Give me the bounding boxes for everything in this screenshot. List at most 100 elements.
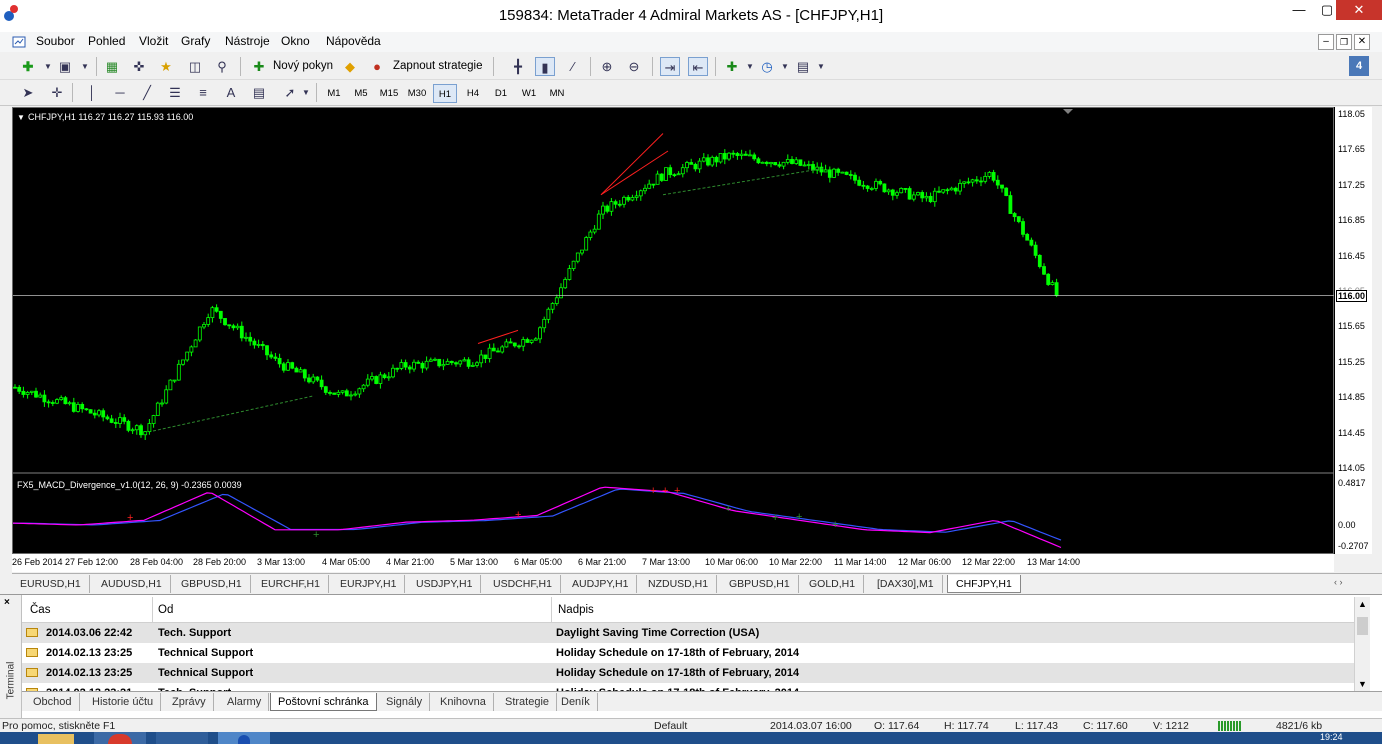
scroll-up-icon[interactable]: ▲ bbox=[1358, 599, 1367, 609]
chrome-taskbar-icon[interactable] bbox=[94, 732, 146, 744]
chart-tab[interactable]: USDJPY,H1 bbox=[408, 575, 482, 593]
app-taskbar-icon[interactable] bbox=[156, 732, 208, 744]
chart-area[interactable]: + + + + + + + + + + ▼ CHFJPY,H1 116.27 116.27 115… bbox=[12, 107, 1335, 554]
menu-view[interactable]: Pohled bbox=[88, 34, 125, 48]
menu-insert[interactable]: Vložit bbox=[139, 34, 168, 48]
dropdown-arrow-icon[interactable]: ▼ bbox=[296, 83, 316, 102]
chart-tab[interactable]: EURJPY,H1 bbox=[332, 575, 406, 593]
menu-charts[interactable]: Grafy bbox=[181, 34, 210, 48]
dropdown-arrow-icon[interactable]: ▼ bbox=[775, 57, 795, 76]
scroll-down-icon[interactable]: ▼ bbox=[1358, 679, 1367, 689]
terminal-tab[interactable]: Signály bbox=[379, 693, 431, 711]
candlestick-chart-icon[interactable]: ▮ bbox=[535, 57, 555, 76]
trendline-icon[interactable]: ╱ bbox=[137, 83, 157, 102]
column-from[interactable]: Od bbox=[158, 604, 173, 616]
chart-shift-icon[interactable]: ⇤ bbox=[688, 57, 708, 76]
candle-body bbox=[521, 339, 526, 347]
new-chart-icon[interactable]: ✚ bbox=[18, 57, 38, 76]
cursor-icon[interactable]: ➤ bbox=[18, 83, 38, 102]
crosshair-icon[interactable]: ✛ bbox=[47, 83, 67, 102]
close-button[interactable]: ✕ bbox=[1336, 0, 1382, 20]
terminal-tab[interactable]: Deník bbox=[554, 693, 598, 711]
minimize-button[interactable]: — bbox=[1286, 0, 1312, 20]
chart-tab[interactable]: AUDJPY,H1 bbox=[564, 575, 638, 593]
chart-tab[interactable]: GOLD,H1 bbox=[801, 575, 865, 593]
metatrader-taskbar-icon[interactable] bbox=[218, 732, 270, 744]
mail-row[interactable]: 2014.02.13 23:25 Technical Support Holiday… bbox=[22, 663, 1354, 683]
explorer-taskbar-icon[interactable] bbox=[38, 734, 74, 744]
terminal-tab[interactable]: Historie účtu bbox=[85, 693, 162, 711]
fibonacci-icon[interactable]: ≡ bbox=[193, 83, 213, 102]
zoom-out-icon[interactable]: ⊖ bbox=[624, 57, 644, 76]
autotrading-button[interactable]: Zapnout strategie bbox=[393, 60, 483, 72]
timeframe-m1[interactable]: M1 bbox=[322, 84, 346, 103]
line-chart-icon[interactable]: ∕ bbox=[563, 57, 583, 76]
mail-row[interactable]: 2014.02.13 23:21 Tech. Support Holiday Sch… bbox=[22, 683, 1354, 691]
bar-chart-icon[interactable]: ╋ bbox=[508, 57, 528, 76]
child-close-button[interactable]: ✕ bbox=[1354, 34, 1370, 50]
chart-tab[interactable]: [DAX30],M1 bbox=[869, 575, 943, 593]
scroll-thumb[interactable] bbox=[1357, 617, 1368, 635]
timeframe-m5[interactable]: M5 bbox=[349, 84, 373, 103]
menu-help[interactable]: Nápověda bbox=[326, 34, 381, 48]
navigator-icon[interactable]: ★ bbox=[156, 57, 176, 76]
market-watch-icon[interactable]: ▦ bbox=[102, 57, 122, 76]
text-tool-icon[interactable]: A bbox=[221, 83, 241, 102]
chart-tab[interactable]: GBPUSD,H1 bbox=[721, 575, 799, 593]
terminal-tab[interactable]: Poštovní schránka bbox=[270, 693, 377, 711]
chart-tab[interactable]: AUDUSD,H1 bbox=[93, 575, 171, 593]
timeframe-h1[interactable]: H1 bbox=[433, 84, 457, 103]
notifications-badge-icon[interactable]: 4 bbox=[1349, 56, 1369, 76]
terminal-tab[interactable]: Obchod bbox=[26, 693, 80, 711]
terminal-tab[interactable]: Alarmy bbox=[220, 693, 270, 711]
new-order-icon[interactable]: ✚ bbox=[249, 57, 269, 76]
terminal-icon[interactable]: ◫ bbox=[185, 57, 205, 76]
child-minimize-button[interactable]: – bbox=[1318, 34, 1334, 50]
profiles-icon[interactable]: ▣ bbox=[55, 57, 75, 76]
chart-menu-arrow-icon[interactable]: ▼ bbox=[17, 113, 25, 122]
chart-tab[interactable]: NZDUSD,H1 bbox=[640, 575, 718, 593]
timeframe-m30[interactable]: M30 bbox=[404, 84, 430, 103]
autotrading-icon[interactable]: ● bbox=[367, 57, 387, 76]
timeframe-h4[interactable]: H4 bbox=[461, 84, 485, 103]
auto-scroll-icon[interactable]: ⇥ bbox=[660, 57, 680, 76]
menu-tools[interactable]: Nástroje bbox=[225, 34, 270, 48]
indicators-icon[interactable]: ✚ bbox=[722, 57, 742, 76]
crosshair-nav-icon[interactable]: ✜ bbox=[129, 57, 149, 76]
mail-row[interactable]: 2014.02.13 23:25 Technical Support Holiday… bbox=[22, 643, 1354, 663]
menu-window[interactable]: Okno bbox=[281, 34, 310, 48]
chart-tab[interactable]: EURCHF,H1 bbox=[253, 575, 329, 593]
chart-tab[interactable]: USDCHF,H1 bbox=[485, 575, 561, 593]
terminal-tab[interactable]: Knihovna bbox=[433, 693, 494, 711]
periods-clock-icon[interactable]: ◷ bbox=[757, 57, 777, 76]
horizontal-line-icon[interactable]: ─ bbox=[110, 83, 130, 102]
chart-tab[interactable]: EURUSD,H1 bbox=[12, 575, 90, 593]
child-restore-button[interactable]: ❐ bbox=[1336, 34, 1352, 50]
menu-file[interactable]: Soubor bbox=[36, 34, 75, 48]
zoom-in-icon[interactable]: ⊕ bbox=[597, 57, 617, 76]
terminal-tab[interactable]: Zprávy bbox=[165, 693, 214, 711]
timeframe-d1[interactable]: D1 bbox=[489, 84, 513, 103]
column-subject[interactable]: Nadpis bbox=[558, 604, 594, 616]
tab-scroll-arrows-icon[interactable]: ‹ › bbox=[1334, 577, 1343, 587]
chart-tab[interactable]: CHFJPY,H1 bbox=[947, 575, 1021, 593]
terminal-close-icon[interactable]: × bbox=[4, 597, 10, 608]
chart-tab[interactable]: GBPUSD,H1 bbox=[173, 575, 251, 593]
tester-icon[interactable]: ⚲ bbox=[212, 57, 232, 76]
price-tick: 116.85 bbox=[1338, 215, 1365, 225]
terminal-tab[interactable]: Strategie bbox=[498, 693, 558, 711]
text-label-icon[interactable]: ▤ bbox=[249, 83, 269, 102]
timeframe-m15[interactable]: M15 bbox=[376, 84, 402, 103]
templates-icon[interactable]: ▤ bbox=[793, 57, 813, 76]
metaeditor-icon[interactable]: ◆ bbox=[340, 57, 360, 76]
vertical-line-icon[interactable]: │ bbox=[82, 83, 102, 102]
timeframe-w1[interactable]: W1 bbox=[517, 84, 541, 103]
mailbox-scrollbar[interactable]: ▲ ▼ bbox=[1354, 597, 1370, 693]
mail-row[interactable]: 2014.03.06 22:42 Tech. Support Daylight Sa… bbox=[22, 623, 1354, 643]
dropdown-arrow-icon[interactable]: ▼ bbox=[75, 57, 95, 76]
new-order-button[interactable]: Nový pokyn bbox=[273, 60, 333, 72]
equidistant-channel-icon[interactable]: ☰ bbox=[165, 83, 185, 102]
column-time[interactable]: Čas bbox=[30, 604, 50, 616]
dropdown-arrow-icon[interactable]: ▼ bbox=[811, 57, 831, 76]
timeframe-mn[interactable]: MN bbox=[545, 84, 569, 103]
